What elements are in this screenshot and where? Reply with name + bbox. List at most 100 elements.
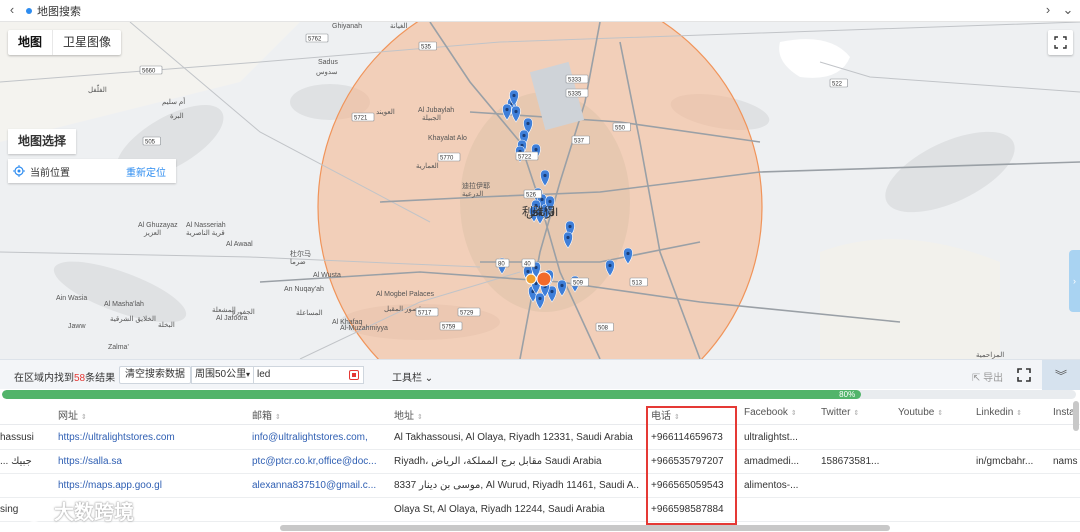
- export-label: 导出: [983, 373, 1004, 384]
- expand-icon[interactable]: [1017, 368, 1031, 382]
- column-header-phone[interactable]: 电话 ⇕: [651, 407, 680, 422]
- table-row[interactable]: sing Olaya St, Al Olaya, Riyadh 12244, Sa…: [0, 498, 1080, 522]
- cell-facebook: amadmedi...: [744, 456, 800, 467]
- map-pin-dot: [526, 121, 530, 126]
- progress-bar: 80%: [2, 390, 1076, 399]
- tab-bar: ‹ 地图搜索 › ⌄: [0, 0, 1080, 22]
- results-table: 网址 ⇕ 邮箱 ⇕ 地址 ⇕ 电话 ⇕ Facebook ⇕ Twitter ⇕ Youtu…: [0, 401, 1080, 532]
- chevron-right-icon[interactable]: ›: [1040, 2, 1056, 17]
- place-label: Al-Muzahmiyya: [340, 325, 388, 332]
- road-shield-label: 5721: [354, 116, 368, 122]
- column-header-youtube[interactable]: Youtube ⇕: [898, 407, 943, 418]
- road-shield-label: 537: [574, 139, 585, 145]
- map-pin-dot: [526, 269, 530, 274]
- double-chevron-down-icon: ︾: [1054, 368, 1067, 383]
- column-header-address[interactable]: 地址 ⇕: [394, 407, 423, 422]
- table-header: 网址 ⇕ 邮箱 ⇕ 地址 ⇕ 电话 ⇕ Facebook ⇕ Twitter ⇕ Youtu…: [0, 401, 1080, 425]
- place-label: Ghiyanah: [332, 23, 362, 30]
- current-location-marker: [536, 271, 552, 287]
- tools-dropdown[interactable]: 工具栏 ⌄: [392, 369, 433, 384]
- map-pin-dot: [608, 263, 612, 268]
- location-marker-secondary: [525, 273, 537, 285]
- table-row[interactable]: ... جبيك https://salla.sa ptc@ptcr.co.kr,o…: [0, 450, 1080, 474]
- place-label: سدوس: [316, 69, 338, 76]
- table-row[interactable]: hassusi https://ultralightstores.com info@…: [0, 426, 1080, 450]
- road-shield-label: 5333: [568, 78, 582, 84]
- clear-search-button[interactable]: 清空搜索数据: [119, 366, 191, 384]
- cell-url[interactable]: https://salla.sa: [58, 456, 248, 467]
- fullscreen-icon: [1054, 36, 1067, 49]
- table-row[interactable]: https://maps.app.goo.gl alexanna837510@gm…: [0, 474, 1080, 498]
- road-shield-label: 505: [145, 140, 156, 146]
- tab-label: 地图搜索: [37, 6, 81, 18]
- column-header-instagram[interactable]: Insta: [1053, 407, 1075, 418]
- road-shield-label: 5660: [142, 69, 156, 75]
- place-label: العزيز: [143, 229, 161, 237]
- road-shield-label: 522: [832, 82, 843, 88]
- map-type-map-button[interactable]: 地图: [8, 30, 52, 55]
- map-view[interactable]: Ghiyanah الغيانة Sadus سدوس Al Jubaylah الجبي…: [0, 22, 1080, 359]
- cell-email[interactable]: ptc@ptcr.co.kr,office@doc...: [252, 456, 390, 467]
- map-pin-dot: [538, 296, 542, 301]
- road-shield-label: 5717: [418, 311, 432, 317]
- relocate-link[interactable]: 重新定位: [126, 164, 166, 179]
- place-label: العمارية: [416, 162, 439, 170]
- side-panel-handle[interactable]: ›: [1069, 250, 1080, 312]
- keyword-input[interactable]: led: [254, 366, 364, 384]
- place-label: Al Jafoora: [216, 315, 248, 322]
- cell-url[interactable]: https://ultralightstores.com: [58, 432, 248, 443]
- cell-address: Riyadh، مقابل برج المملكة، الرياض Saudi …: [394, 456, 602, 467]
- watermark-logo: [23, 499, 45, 522]
- place-label: An Nuqay'ah: [284, 286, 324, 293]
- keyword-value: led: [257, 369, 271, 380]
- place-label: قرية الناصرية: [186, 229, 225, 237]
- map-pin-dot: [560, 283, 564, 288]
- road-shield-label: 526: [526, 193, 537, 199]
- terrain-patch: [820, 239, 1000, 359]
- cell-email[interactable]: alexanna837510@gmail.c...: [252, 480, 390, 491]
- collapse-panel-button[interactable]: ︾: [1042, 360, 1080, 390]
- map-type-satellite-button[interactable]: 卫星图像: [52, 30, 121, 55]
- place-label: الغيانة: [390, 22, 407, 30]
- stop-icon[interactable]: [349, 370, 359, 380]
- column-header-linkedin[interactable]: Linkedin ⇕: [976, 407, 1022, 418]
- map-type-switch: 地图 卫星图像: [8, 30, 122, 55]
- place-label: Sadus: [318, 59, 338, 66]
- road-shield-label: 509: [573, 281, 584, 287]
- fullscreen-button[interactable]: [1048, 30, 1073, 55]
- road-shield-label: 535: [421, 45, 432, 51]
- column-header-twitter[interactable]: Twitter ⇕: [821, 407, 859, 418]
- place-label: Al Nasseriah: [186, 222, 226, 229]
- cell-address: 8337 موسى بن دينار, Al Wurud, Riyadh 114…: [394, 480, 639, 491]
- place-label: Al Mogbel Palaces: [376, 291, 434, 298]
- column-header-facebook[interactable]: Facebook ⇕: [744, 407, 797, 418]
- column-header-email[interactable]: 邮箱 ⇕: [252, 407, 281, 422]
- map-pin-dot: [550, 289, 554, 294]
- map-canvas[interactable]: Ghiyanah الغيانة Sadus سدوس Al Jubaylahالجبي…: [0, 22, 1080, 359]
- cell-facebook: alimentos-...: [744, 480, 799, 491]
- cell-name: hassusi: [0, 432, 34, 443]
- watermark: 大数跨境: [20, 496, 134, 525]
- column-header-url[interactable]: 网址 ⇕: [58, 407, 87, 422]
- place-label: Zalma': [108, 344, 129, 351]
- map-pin-dot: [540, 197, 544, 202]
- cell-email[interactable]: info@ultralightstores.com,: [252, 432, 390, 443]
- place-label: العويند: [376, 108, 395, 116]
- cell-url[interactable]: https://maps.app.goo.gl: [58, 480, 248, 491]
- map-select-button[interactable]: 地图选择: [8, 129, 77, 154]
- chevron-down-icon: ▾: [245, 370, 250, 379]
- radius-select[interactable]: 周围50公里 ▾: [191, 366, 254, 384]
- map-pin-dot: [548, 199, 552, 204]
- vertical-scrollbar[interactable]: [1073, 401, 1079, 431]
- cell-phone: +966598587884: [651, 504, 724, 515]
- chevron-left-icon[interactable]: ‹: [4, 2, 20, 17]
- place-label: Jaww: [68, 323, 86, 330]
- horizontal-scrollbar[interactable]: [280, 525, 890, 531]
- place-label: البرة: [170, 112, 184, 120]
- tab-map-search[interactable]: 地图搜索: [26, 2, 81, 20]
- target-icon: [8, 165, 30, 177]
- chevron-down-icon[interactable]: ⌄: [1060, 2, 1076, 18]
- place-label: الجبيلة: [422, 114, 441, 122]
- export-button[interactable]: ⇱ 导出: [972, 369, 1003, 384]
- place-label: Al Awaal: [226, 241, 253, 248]
